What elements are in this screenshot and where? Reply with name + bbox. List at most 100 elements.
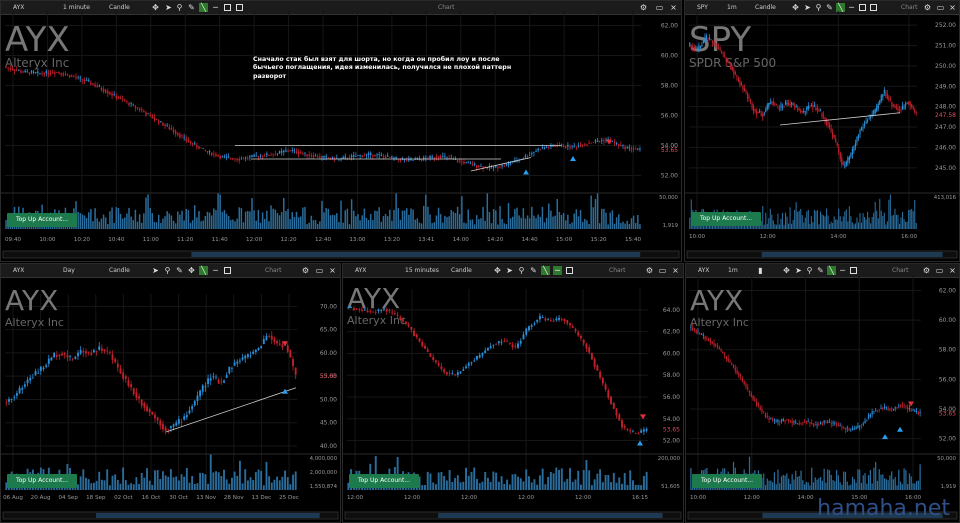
candle: [393, 313, 396, 315]
candle: [629, 430, 632, 432]
candle: [692, 46, 694, 49]
volume-bar: [116, 479, 119, 490]
volume-bar: [634, 222, 637, 229]
candle: [759, 111, 761, 113]
volume-bar: [569, 468, 571, 490]
volume-bar: [579, 209, 582, 229]
volume-bar: [333, 215, 336, 229]
top-up-account-button[interactable]: Top Up Account...: [691, 212, 761, 226]
candle: [524, 155, 527, 158]
volume-bar: [816, 479, 818, 490]
candle: [188, 410, 191, 414]
candle: [786, 419, 788, 421]
candle: [283, 150, 285, 153]
price-axis-label: 56.00: [661, 113, 678, 120]
volume-bar: [117, 207, 120, 229]
volume-bar: [355, 216, 357, 229]
volume-bar: [475, 215, 478, 229]
candle: [463, 161, 465, 164]
candle: [582, 339, 585, 344]
candle: [47, 72, 50, 75]
top-up-account-button[interactable]: Top Up Account...: [7, 474, 77, 488]
volume-bar: [919, 464, 921, 490]
candle: [869, 414, 871, 417]
top-up-account-button[interactable]: Top Up Account...: [7, 213, 77, 227]
candle: [287, 151, 289, 152]
volume-bar: [637, 484, 640, 490]
volume-bar: [907, 483, 909, 490]
candle: [191, 143, 194, 145]
candle: [266, 153, 268, 156]
candle: [724, 55, 726, 57]
candle: [585, 343, 588, 349]
candle: [537, 148, 539, 151]
volume-bar: [897, 214, 899, 229]
candle: [11, 68, 14, 71]
volume-bar: [800, 470, 802, 490]
candle: [13, 397, 16, 399]
volume-bar: [136, 221, 139, 229]
volume-bar: [265, 461, 268, 490]
volume-bar: [204, 215, 207, 229]
volume-bar: [560, 468, 563, 490]
volume-bar: [201, 473, 204, 490]
volume-bar: [234, 221, 236, 229]
candle: [853, 429, 855, 430]
candle: [879, 100, 881, 105]
volume-bar: [82, 469, 85, 490]
volume-bar: [615, 482, 618, 490]
candle: [886, 93, 888, 99]
candle: [291, 149, 294, 151]
candle: [424, 345, 426, 349]
volume-bar: [821, 214, 823, 229]
volume-bar: [132, 484, 135, 490]
volume-bar: [791, 474, 793, 490]
volume-bar: [121, 218, 124, 229]
volume-bar: [770, 480, 772, 490]
volume-bar: [783, 224, 785, 229]
annotation-note: Сначало стак был взят для шорта, но когд…: [253, 56, 513, 81]
candle: [543, 147, 546, 149]
time-axis-label: 16:00: [901, 234, 918, 240]
candle: [809, 107, 811, 109]
volume-bar: [888, 199, 890, 229]
candle: [384, 156, 387, 159]
volume-bar: [378, 207, 380, 229]
candle: [41, 73, 43, 75]
candle: [571, 145, 573, 147]
price-chart[interactable]: 62.0060.0058.0056.0054.0052.0009:40 10:00…: [1, 1, 682, 262]
time-axis-label: 14:20: [487, 237, 504, 243]
volume-bar: [212, 472, 215, 490]
candle: [170, 128, 173, 130]
candle: [372, 311, 374, 313]
volume-bar: [878, 469, 880, 490]
volume-bar: [87, 212, 90, 229]
candle: [50, 357, 53, 361]
volume-axis-label: 1,550,874: [310, 484, 338, 490]
candle: [795, 106, 797, 107]
candle: [860, 425, 863, 427]
top-up-account-button[interactable]: Top Up Account...: [349, 474, 419, 488]
candle: [892, 408, 895, 410]
candle: [725, 57, 727, 63]
candle: [372, 154, 374, 157]
candle: [458, 160, 461, 162]
candle: [202, 148, 204, 149]
sell-marker: [606, 139, 612, 145]
candle: [851, 428, 854, 430]
candle: [853, 146, 855, 152]
volume-bar: [548, 203, 550, 229]
volume-bar: [185, 208, 188, 229]
top-up-account-button[interactable]: Top Up Account...: [692, 474, 762, 488]
candle: [418, 338, 421, 342]
volume-bar: [562, 212, 565, 229]
volume-bar: [254, 472, 257, 490]
volume-bar: [822, 215, 825, 229]
volume-bar: [98, 221, 101, 229]
candle: [763, 112, 765, 115]
candle: [58, 72, 60, 74]
volume-bar: [791, 223, 793, 229]
candle: [782, 418, 784, 421]
volume-bar: [612, 472, 615, 490]
volume-bar: [414, 219, 416, 229]
